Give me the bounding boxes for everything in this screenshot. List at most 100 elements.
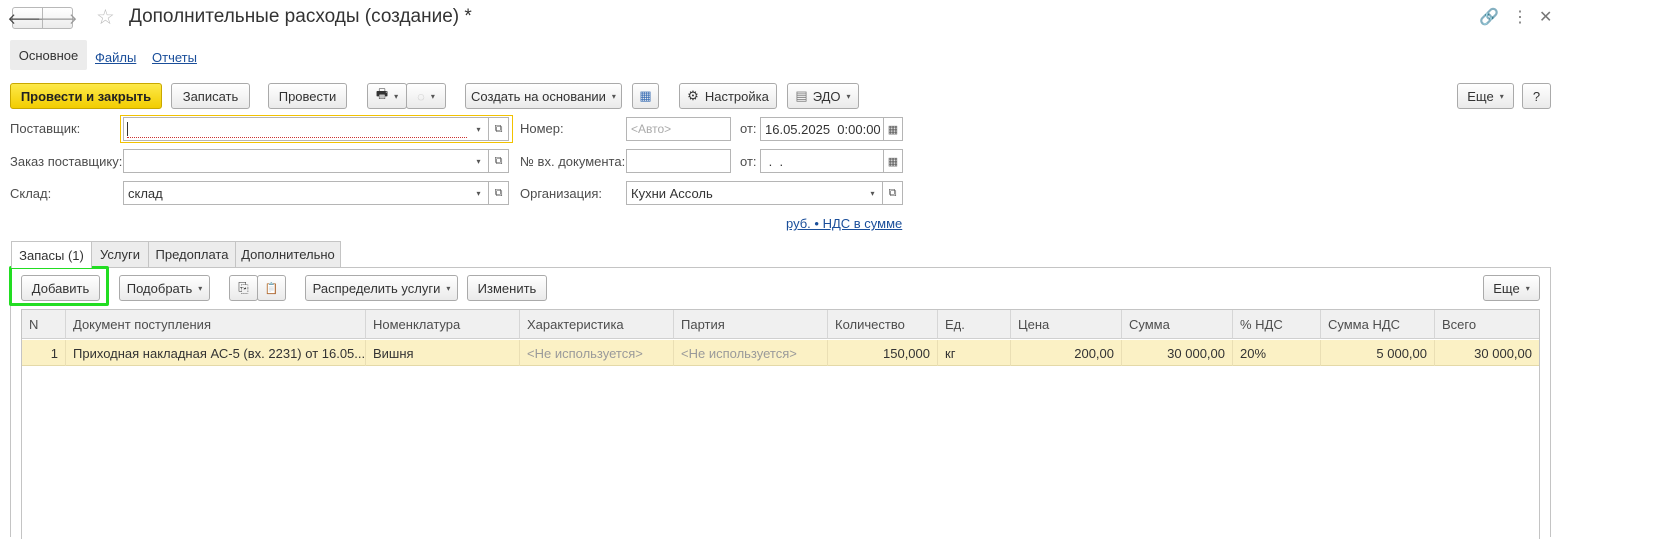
date-from-label: от: xyxy=(740,121,757,136)
link-icon[interactable]: 🔗 xyxy=(1479,7,1499,27)
section-tab-reports[interactable]: Отчеты xyxy=(152,50,197,65)
more-vertical-icon[interactable]: ⋮ xyxy=(1512,7,1528,27)
col-header-vat-rate[interactable]: % НДС xyxy=(1233,310,1321,339)
post-and-close-button[interactable]: Провести и закрыть xyxy=(10,83,162,109)
tab-prepayment[interactable]: Предоплата xyxy=(148,241,236,267)
warehouse-value: склад xyxy=(128,185,163,201)
warehouse-open-button[interactable]: ⧉ xyxy=(489,181,509,205)
cell-sum[interactable]: 30 000,00 xyxy=(1122,340,1233,366)
cell-batch[interactable]: <Не используется> xyxy=(674,340,828,366)
col-header-total[interactable]: Всего xyxy=(1435,310,1539,339)
open-icon: ⧉ xyxy=(494,186,503,199)
date-value: 16.05.2025 0:00:00 xyxy=(765,121,881,137)
printer-icon: 🖶 xyxy=(375,86,389,101)
close-icon[interactable]: ✕ xyxy=(1539,7,1552,27)
col-header-unit[interactable]: Ед. xyxy=(938,310,1011,339)
create-based-on-button[interactable]: Создать на основании ▾ xyxy=(465,83,622,109)
chevron-down-icon: ▾ xyxy=(870,188,875,198)
order-open-button[interactable]: ⧉ xyxy=(489,149,509,173)
number-input[interactable]: <Авто> xyxy=(626,117,731,141)
order-input[interactable] xyxy=(123,149,472,173)
order-label: Заказ поставщику: xyxy=(10,154,123,169)
pick-label: Подобрать xyxy=(126,280,193,296)
tab-inventory[interactable]: Запасы (1) xyxy=(11,241,92,268)
col-header-item[interactable]: Номенклатура xyxy=(366,310,520,339)
org-input[interactable]: Кухни Ассоль xyxy=(626,181,865,205)
print-button[interactable]: 🖶 ▾ xyxy=(367,83,407,109)
chevron-down-icon: ▾ xyxy=(1499,91,1504,101)
number-placeholder: <Авто> xyxy=(631,122,672,136)
currency-vat-link[interactable]: руб. • НДС в сумме xyxy=(786,216,902,231)
paste-icon: 📋 xyxy=(264,282,279,295)
order-dropdown-button[interactable]: ▾ xyxy=(469,149,489,173)
gear-icon: ⚙ xyxy=(687,88,699,103)
post-and-close-label: Провести и закрыть xyxy=(20,88,152,104)
col-header-qty[interactable]: Количество xyxy=(828,310,938,339)
attachment-button[interactable]: ◌ ▾ xyxy=(406,83,446,109)
more-button[interactable]: Еще ▾ xyxy=(1457,83,1514,109)
table-more-label: Еще xyxy=(1493,280,1520,296)
section-tab-files[interactable]: Файлы xyxy=(95,50,136,65)
settings-button[interactable]: ⚙ Настройка xyxy=(679,83,777,109)
col-header-vat-sum[interactable]: Сумма НДС xyxy=(1321,310,1435,339)
edo-label: ЭДО xyxy=(812,88,841,104)
forward-button[interactable]: 🡒 xyxy=(37,7,78,29)
org-dropdown-button[interactable]: ▾ xyxy=(863,181,883,205)
section-tab-main[interactable]: Основное xyxy=(10,40,87,70)
chevron-down-icon: ▾ xyxy=(1525,283,1530,293)
cell-vat-rate[interactable]: 20% xyxy=(1233,340,1321,366)
open-icon: ⧉ xyxy=(888,186,897,199)
distribute-services-button[interactable]: Распределить услуги ▾ xyxy=(305,275,458,301)
incoming-date-calendar-button[interactable]: ▦ xyxy=(883,149,903,173)
open-icon: ⧉ xyxy=(494,154,503,167)
cell-doc[interactable]: Приходная накладная АС-5 (вх. 2231) от 1… xyxy=(66,340,366,366)
favorite-star-icon[interactable]: ☆ xyxy=(96,5,115,30)
paste-button[interactable]: 📋 xyxy=(257,275,286,301)
org-value: Кухни Ассоль xyxy=(631,185,713,201)
pick-button[interactable]: Подобрать ▾ xyxy=(119,275,210,301)
table-more-button[interactable]: Еще ▾ xyxy=(1483,275,1540,301)
warehouse-dropdown-button[interactable]: ▾ xyxy=(469,181,489,205)
chevron-down-icon: ▾ xyxy=(846,91,851,101)
cell-price[interactable]: 200,00 xyxy=(1011,340,1122,366)
date-calendar-button[interactable]: ▦ xyxy=(883,117,903,141)
supplier-label: Поставщик: xyxy=(10,121,81,136)
structure-icon: ▦ xyxy=(639,88,652,103)
col-header-characteristic[interactable]: Характеристика xyxy=(520,310,674,339)
help-label: ? xyxy=(1532,88,1541,104)
cell-qty[interactable]: 150,000 xyxy=(828,340,938,366)
warehouse-input[interactable]: склад xyxy=(123,181,472,205)
supplier-dropdown-button[interactable]: ▾ xyxy=(469,117,489,141)
col-header-batch[interactable]: Партия xyxy=(674,310,828,339)
change-label: Изменить xyxy=(477,280,537,296)
save-button[interactable]: Записать xyxy=(171,83,250,109)
cell-vat-sum[interactable]: 5 000,00 xyxy=(1321,340,1435,366)
cell-total[interactable]: 30 000,00 xyxy=(1435,340,1539,366)
warehouse-label: Склад: xyxy=(10,186,52,201)
document-structure-button[interactable]: ▦ xyxy=(632,83,659,109)
cell-n[interactable]: 1 xyxy=(22,340,66,366)
tab-services[interactable]: Услуги xyxy=(91,241,149,267)
edo-button[interactable]: ▤ ЭДО ▾ xyxy=(787,83,859,109)
highlight-frame xyxy=(9,266,109,306)
date-input[interactable]: 16.05.2025 0:00:00 xyxy=(760,117,885,141)
help-button[interactable]: ? xyxy=(1522,83,1551,109)
supplier-open-button[interactable]: ⧉ xyxy=(489,117,509,141)
copy-button[interactable]: ⎘ xyxy=(229,275,258,301)
change-button[interactable]: Изменить xyxy=(467,275,547,301)
tab-additional[interactable]: Дополнительно xyxy=(235,241,341,267)
col-header-sum[interactable]: Сумма xyxy=(1122,310,1233,339)
col-header-price[interactable]: Цена xyxy=(1011,310,1122,339)
org-open-button[interactable]: ⧉ xyxy=(883,181,903,205)
post-button[interactable]: Провести xyxy=(268,83,347,109)
org-label: Организация: xyxy=(520,186,603,201)
page-title: Дополнительные расходы (создание) * xyxy=(129,6,472,27)
settings-label: Настройка xyxy=(704,88,769,104)
cell-item[interactable]: Вишня xyxy=(366,340,520,366)
incoming-date-input[interactable]: . . xyxy=(760,149,885,173)
incoming-doc-input[interactable] xyxy=(626,149,731,173)
cell-unit[interactable]: кг xyxy=(938,340,1011,366)
col-header-doc[interactable]: Документ поступления xyxy=(66,310,366,339)
cell-characteristic[interactable]: <Не используется> xyxy=(520,340,674,366)
col-header-n[interactable]: N xyxy=(22,310,66,339)
